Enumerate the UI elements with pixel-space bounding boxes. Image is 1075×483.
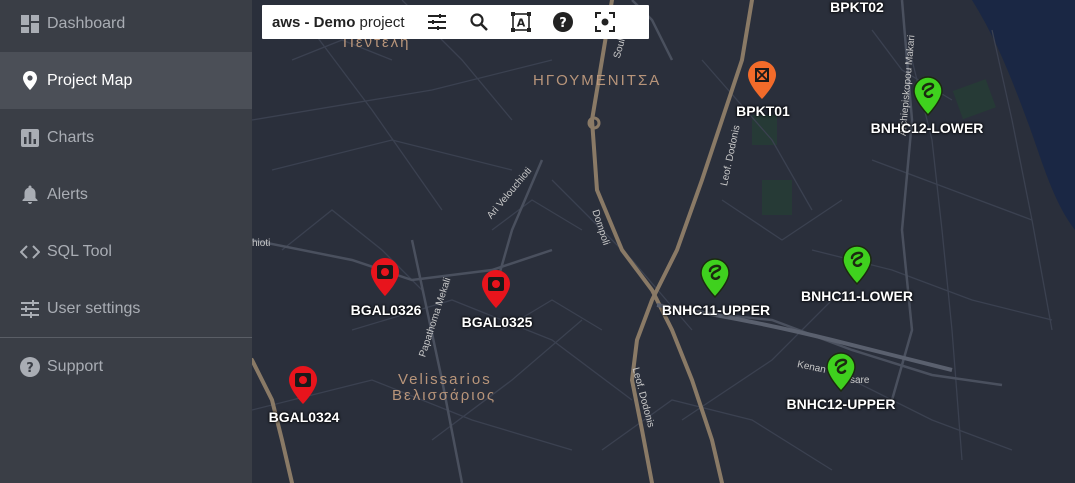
sidebar-item-charts[interactable]: Charts (0, 109, 252, 166)
filter-icon (427, 14, 446, 30)
help-circle-icon: ? (20, 356, 40, 377)
svg-text:A: A (516, 17, 525, 30)
code-icon (20, 242, 40, 262)
sensor-pin-icon (913, 76, 943, 117)
marker-label-bpkt01[interactable]: BPKT01 (736, 103, 790, 119)
focus-button[interactable] (594, 12, 615, 32)
sidebar-item-label: Support (47, 357, 104, 375)
sensor-pin-icon (371, 258, 399, 296)
area-label-velissarios: Velissarios (398, 371, 492, 388)
bar-chart-icon (20, 128, 40, 148)
marker-bnhc12-upper[interactable] (826, 352, 856, 397)
sidebar-item-label: Project Map (47, 71, 133, 89)
sensor-pin-icon (826, 352, 856, 393)
area-label-igoumenitsa: ΗΓΟΥΜΕΝΙΤΣΑ (533, 72, 662, 89)
sidebar-item-project-map[interactable]: Project Map (0, 52, 252, 109)
sidebar-item-label: Charts (47, 128, 95, 146)
map-base-layer (252, 0, 1075, 483)
sidebar-item-support[interactable]: ? Support (0, 338, 252, 395)
bell-icon (20, 185, 40, 205)
road-label-hioti: hioti (252, 238, 271, 249)
help-button[interactable]: ? (552, 12, 573, 32)
app-window: Dashboard Project Map Charts Alerts SQL … (0, 0, 1075, 483)
text-select-button[interactable]: A (510, 12, 531, 32)
marker-label-bnhc11-lower[interactable]: BNHC11-LOWER (801, 288, 913, 304)
area-label-velissarios-greek: Βελισσάριος (392, 387, 497, 404)
marker-label-bgal0325[interactable]: BGAL0325 (462, 314, 533, 330)
project-title: aws - Demo project (272, 14, 405, 31)
marker-label-bgal0326[interactable]: BGAL0326 (351, 302, 422, 318)
svg-text:?: ? (26, 361, 34, 376)
map-toolbar: aws - Demo project A ? (262, 5, 649, 39)
project-title-bold: aws - Demo (272, 13, 356, 31)
marker-label-bnhc11-upper[interactable]: BNHC11-UPPER (662, 302, 770, 318)
sensor-pin-icon (482, 270, 510, 308)
sidebar-item-label: Alerts (47, 185, 88, 203)
marker-bgal0325[interactable] (482, 270, 510, 313)
help-icon: ? (552, 12, 573, 32)
sensor-pin-icon (700, 258, 730, 299)
sidebar-item-alerts[interactable]: Alerts (0, 166, 252, 223)
search-icon (469, 13, 488, 31)
svg-text:?: ? (559, 16, 567, 31)
focus-icon (594, 12, 615, 32)
marker-label-bpkt02[interactable]: BPKT02 (830, 0, 884, 15)
marker-label-bnhc12-upper[interactable]: BNHC12-UPPER (787, 396, 896, 412)
marker-label-bgal0324[interactable]: BGAL0324 (269, 409, 340, 425)
search-button[interactable] (469, 12, 489, 32)
marker-bgal0326[interactable] (371, 258, 399, 301)
sidebar-item-label: User settings (47, 299, 141, 317)
marker-bnhc12-lower[interactable] (913, 76, 943, 121)
sidebar-item-label: SQL Tool (47, 242, 112, 260)
sensor-pin-icon (842, 245, 872, 286)
project-title-rest: project (355, 13, 405, 31)
text-select-icon: A (510, 12, 531, 32)
dashboard-icon (20, 14, 40, 34)
filter-button[interactable] (427, 12, 447, 32)
marker-label-bnhc12-lower[interactable]: BNHC12-LOWER (871, 120, 984, 136)
sidebar-item-dashboard[interactable]: Dashboard (0, 0, 252, 52)
marker-bnhc11-upper[interactable] (700, 258, 730, 303)
sensor-pin-icon (748, 61, 776, 99)
sidebar-item-label: Dashboard (47, 14, 126, 32)
project-map[interactable]: Πεντελη ΗΓΟΥΜΕΝΙΤΣΑ Velissarios Βελισσάρ… (252, 0, 1075, 483)
sensor-pin-icon (289, 366, 317, 404)
map-pin-icon (20, 71, 40, 91)
sidebar-item-user-settings[interactable]: User settings (0, 280, 252, 337)
marker-bgal0324[interactable] (289, 366, 317, 409)
sidebar-item-sql-tool[interactable]: SQL Tool (0, 223, 252, 280)
sidebar: Dashboard Project Map Charts Alerts SQL … (0, 0, 252, 483)
marker-bnhc11-lower[interactable] (842, 245, 872, 290)
marker-bpkt01[interactable] (748, 61, 776, 104)
sliders-icon (20, 299, 40, 319)
